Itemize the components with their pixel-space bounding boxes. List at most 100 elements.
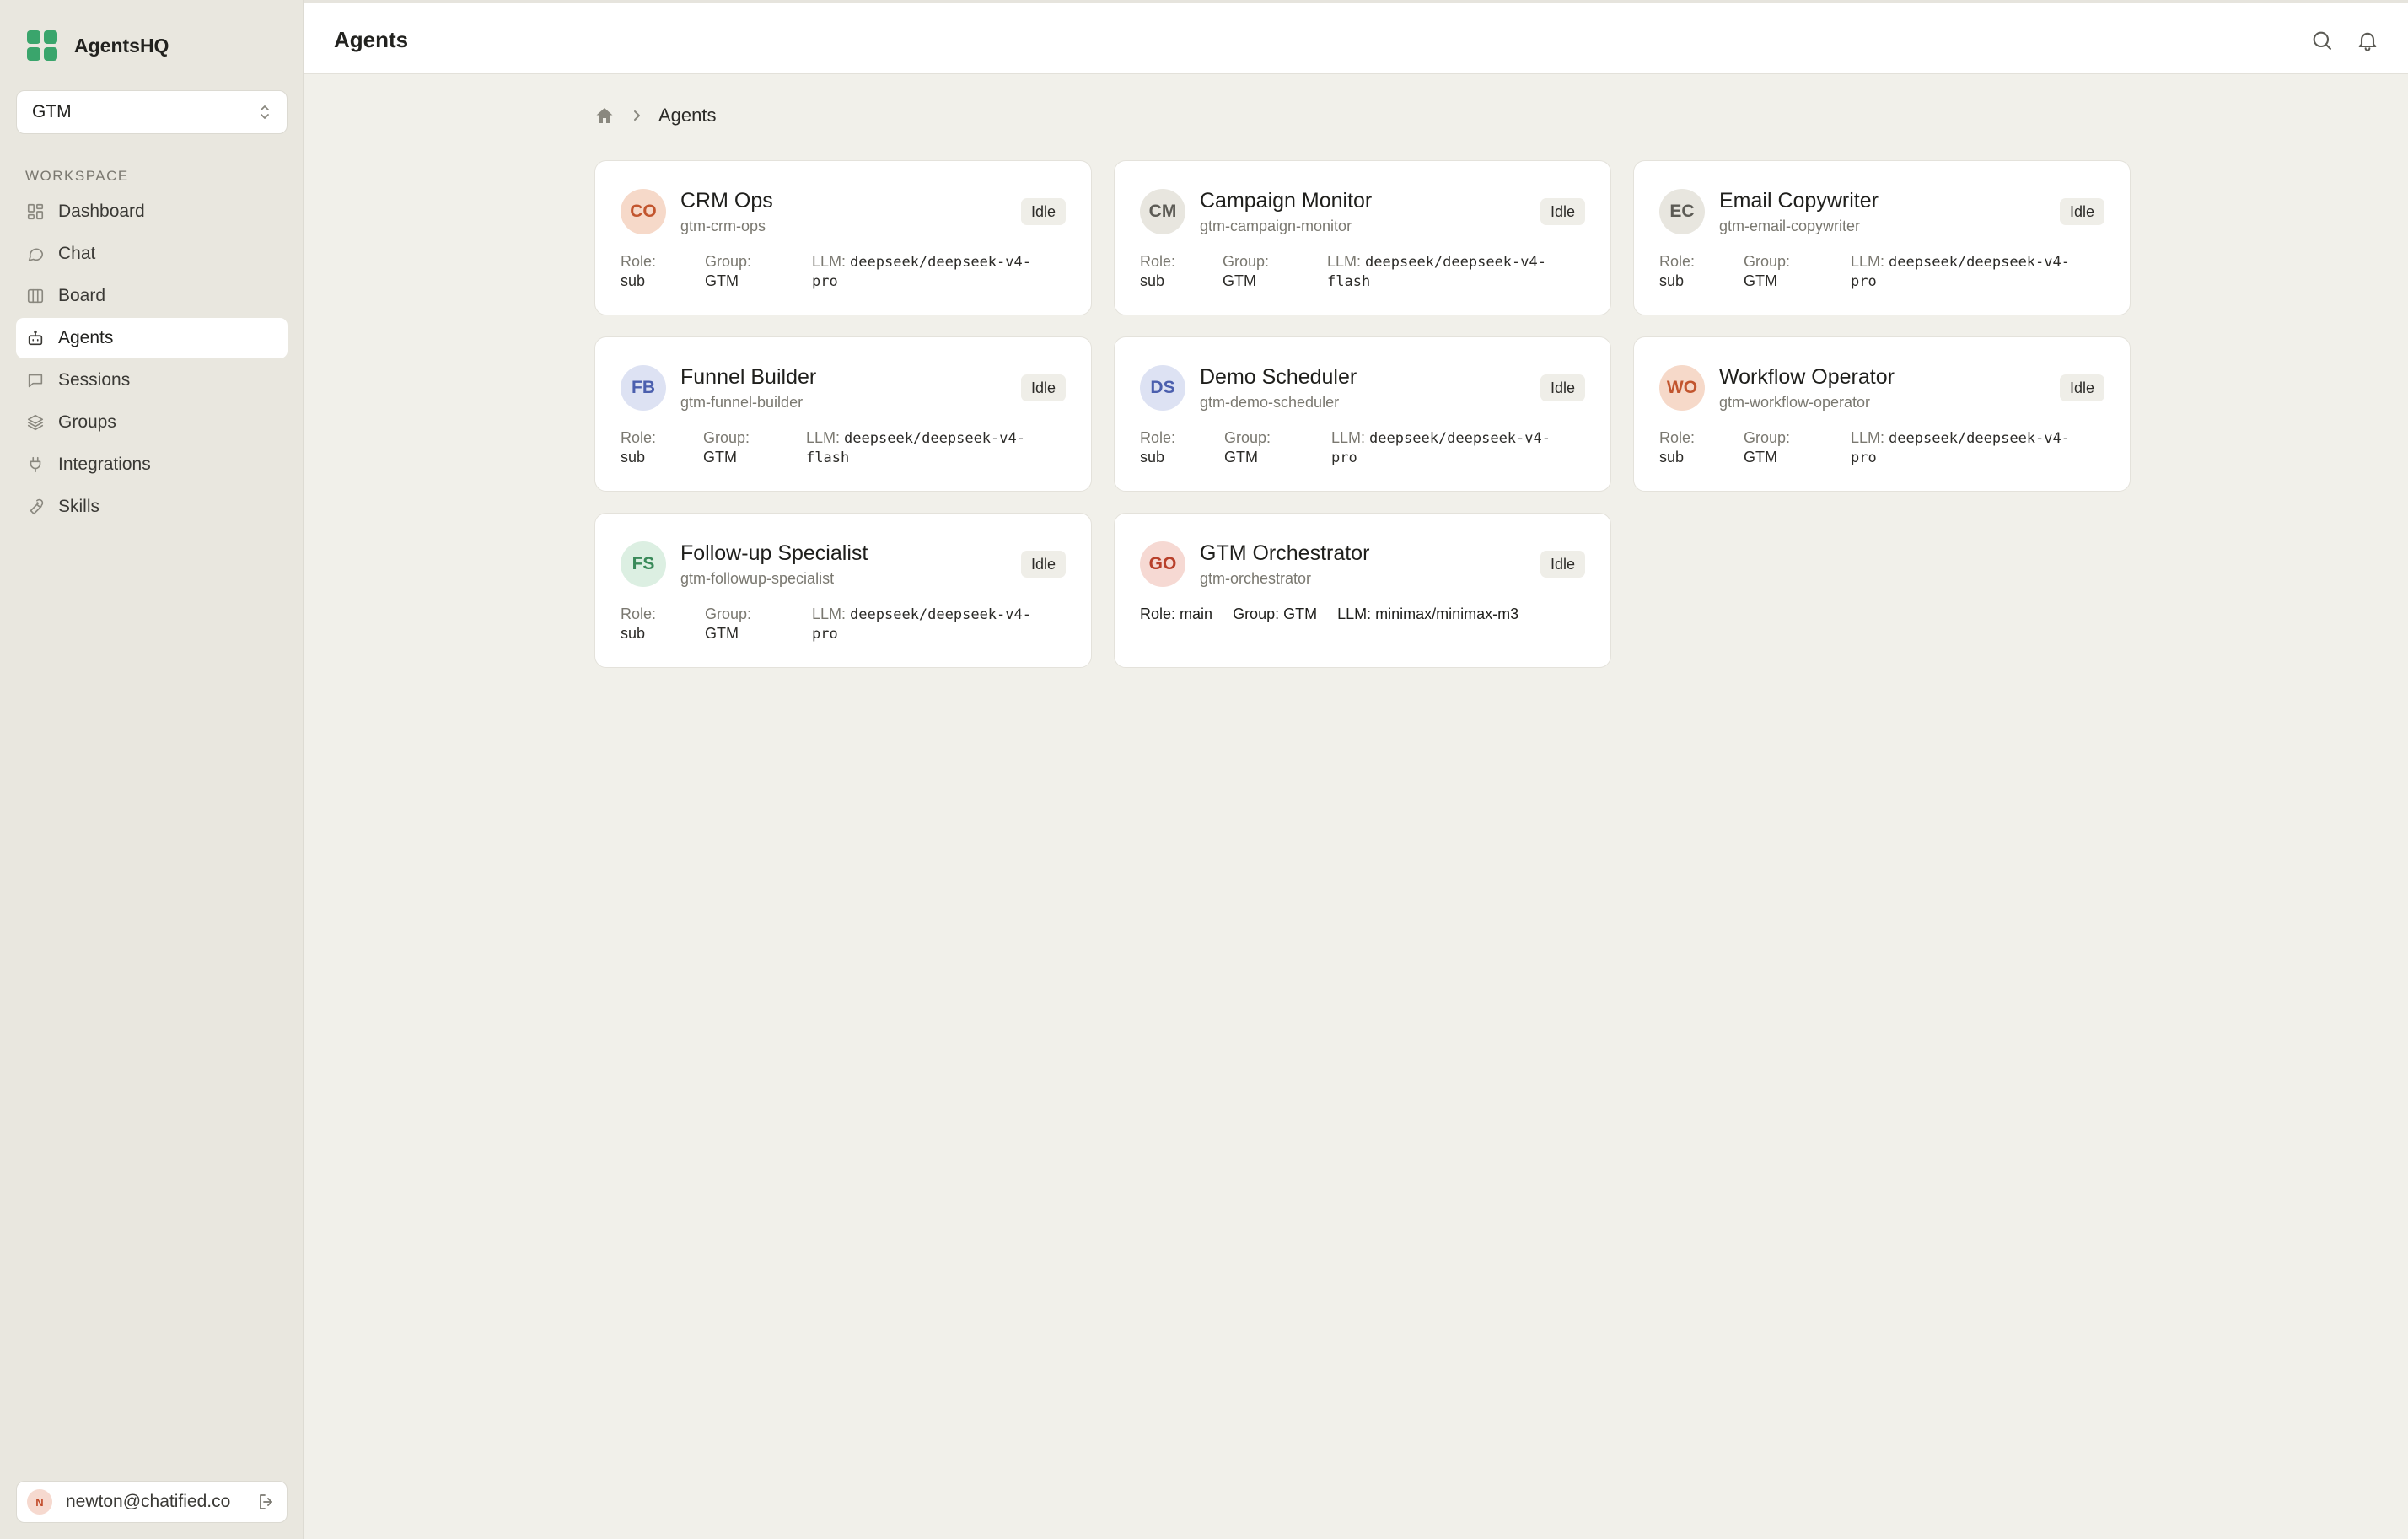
agent-role: Role: sub	[1659, 252, 1695, 291]
notifications-button[interactable]	[2356, 29, 2379, 52]
llm-value-cont: pro	[1851, 273, 1877, 290]
group-value: GTM	[1223, 272, 1256, 289]
role-value: sub	[1659, 272, 1685, 289]
user-email: newton@chatified.co	[66, 1492, 231, 1511]
home-icon[interactable]	[594, 105, 615, 126]
sidebar-item-label: Skills	[58, 497, 100, 516]
layers-icon	[27, 414, 44, 431]
agent-llm: LLM: deepseek/deepseek-v4- flash	[1327, 252, 1546, 292]
agent-meta: Role: main Group: GTM LLM: minimax/minim…	[1140, 605, 1518, 624]
sidebar-item-integrations[interactable]: Integrations	[16, 444, 288, 485]
role-value: sub	[621, 449, 646, 465]
agent-card-campaign-monitor[interactable]: CM Campaign Monitor gtm-campaign-monitor…	[1114, 160, 1611, 315]
llm-value: minimax/minimax-m3	[1375, 605, 1519, 622]
agent-card-workflow-operator[interactable]: WO Workflow Operator gtm-workflow-operat…	[1633, 336, 2131, 492]
avatar: FS	[621, 541, 666, 587]
sidebar-nav: Dashboard Chat Board Agents Sessions Gro…	[16, 191, 288, 529]
sidebar-item-groups[interactable]: Groups	[16, 402, 288, 443]
search-icon	[2313, 31, 2331, 50]
group-label: Group:	[703, 429, 750, 446]
group-label: Group:	[1223, 253, 1270, 270]
agent-slug: gtm-campaign-monitor	[1200, 218, 1352, 234]
role-label: Role:	[1659, 253, 1696, 270]
agent-slug: gtm-email-copywriter	[1719, 218, 1861, 234]
avatar: N	[27, 1489, 52, 1515]
agent-llm: LLM: deepseek/deepseek-v4- pro	[1331, 428, 1551, 468]
agent-llm: LLM: deepseek/deepseek-v4- pro	[812, 605, 1031, 644]
user-account[interactable]: N newton@chatified.co	[16, 1481, 288, 1523]
breadcrumb-current: Agents	[658, 105, 717, 126]
role-value: sub	[1140, 272, 1165, 289]
agent-card-demo-scheduler[interactable]: DS Demo Scheduler gtm-demo-scheduler Idl…	[1114, 336, 1611, 492]
agent-role: Role: sub	[621, 605, 656, 643]
group-value: GTM	[705, 625, 739, 642]
logout-icon[interactable]	[256, 1492, 277, 1512]
sidebar-item-dashboard[interactable]: Dashboard	[16, 191, 288, 232]
agent-card-funnel-builder[interactable]: FB Funnel Builder gtm-funnel-builder Idl…	[594, 336, 1092, 492]
bot-icon	[28, 330, 43, 346]
agent-group: Group: GTM	[703, 428, 750, 467]
sidebar-item-board[interactable]: Board	[16, 276, 288, 316]
avatar: WO	[1659, 365, 1705, 411]
agent-name: Follow-up Specialist	[680, 541, 868, 565]
search-button[interactable]	[2310, 29, 2334, 52]
bell-icon	[2358, 32, 2377, 51]
agent-group: Group: GTM	[1224, 428, 1271, 467]
sidebar-item-label: Agents	[58, 328, 114, 347]
agent-slug: gtm-orchestrator	[1200, 570, 1312, 587]
agent-slug: gtm-workflow-operator	[1719, 394, 1871, 411]
agent-card-crm-ops[interactable]: CO CRM Ops gtm-crm-ops Idle Role: sub Gro…	[594, 160, 1092, 315]
llm-label: LLM:	[1331, 429, 1366, 446]
group-label: Group:	[1224, 429, 1271, 446]
sidebar-item-chat[interactable]: Chat	[16, 234, 288, 274]
wrench-icon	[30, 498, 44, 515]
llm-label: LLM:	[1327, 253, 1362, 270]
llm-label: LLM:	[1851, 429, 1885, 446]
sidebar-item-label: Board	[58, 286, 106, 305]
role-value: sub	[1140, 449, 1165, 465]
sidebar-item-label: Dashboard	[58, 202, 145, 221]
sidebar-item-sessions[interactable]: Sessions	[16, 360, 288, 401]
llm-value-cont: flash	[806, 449, 850, 466]
page-title: Agents	[334, 27, 409, 52]
workspace-selector-value: GTM	[32, 102, 72, 121]
role-label: Role:	[1140, 605, 1176, 622]
sidebar-item-skills[interactable]: Skills	[16, 487, 288, 527]
group-value: GTM	[1224, 449, 1258, 465]
agent-role: Role: sub	[1140, 428, 1175, 467]
agent-card-followup-specialist[interactable]: FS Follow-up Specialist gtm-followup-spe…	[594, 513, 1092, 668]
status-badge: Idle	[1540, 374, 1585, 401]
status-badge: Idle	[2059, 374, 2104, 401]
sidebar-item-agents[interactable]: Agents	[16, 318, 288, 358]
llm-value: deepseek/deepseek-v4-	[850, 606, 1031, 623]
breadcrumb: Agents	[594, 105, 717, 126]
sidebar-item-label: Integrations	[58, 455, 151, 474]
agent-card-gtm-orchestrator[interactable]: GO GTM Orchestrator gtm-orchestrator Idl…	[1114, 513, 1611, 668]
workspace-selector[interactable]: GTM	[16, 90, 288, 134]
role-label: Role:	[1659, 429, 1696, 446]
sidebar: AgentsHQ GTM Workspace Dashboard Chat Bo…	[0, 0, 304, 1539]
avatar: GO	[1140, 541, 1185, 587]
app-name: AgentsHQ	[74, 34, 169, 57]
agent-card-email-copywriter[interactable]: EC Email Copywriter gtm-email-copywriter…	[1633, 160, 2131, 315]
llm-label: LLM:	[812, 605, 847, 622]
agent-role: Role: main	[1140, 605, 1212, 624]
group-label: Group:	[1744, 429, 1791, 446]
llm-value: deepseek/deepseek-v4-	[1365, 254, 1546, 271]
llm-value-cont: pro	[1331, 449, 1357, 466]
board-icon	[27, 288, 44, 304]
brand[interactable]: AgentsHQ	[27, 30, 169, 61]
llm-value: deepseek/deepseek-v4-	[844, 430, 1025, 447]
llm-label: LLM:	[1337, 605, 1372, 622]
top-header: Agents	[304, 3, 2408, 74]
agent-role: Role: sub	[1659, 428, 1695, 467]
chat-icon	[28, 248, 44, 261]
agent-slug: gtm-crm-ops	[680, 218, 766, 234]
sidebar-item-label: Sessions	[58, 370, 131, 390]
group-value: GTM	[1744, 272, 1777, 289]
status-badge: Idle	[1540, 198, 1585, 225]
agent-name: Campaign Monitor	[1200, 189, 1373, 213]
chevron-right-icon	[634, 110, 640, 121]
avatar: CM	[1140, 189, 1185, 234]
group-value: GTM	[1283, 605, 1318, 622]
